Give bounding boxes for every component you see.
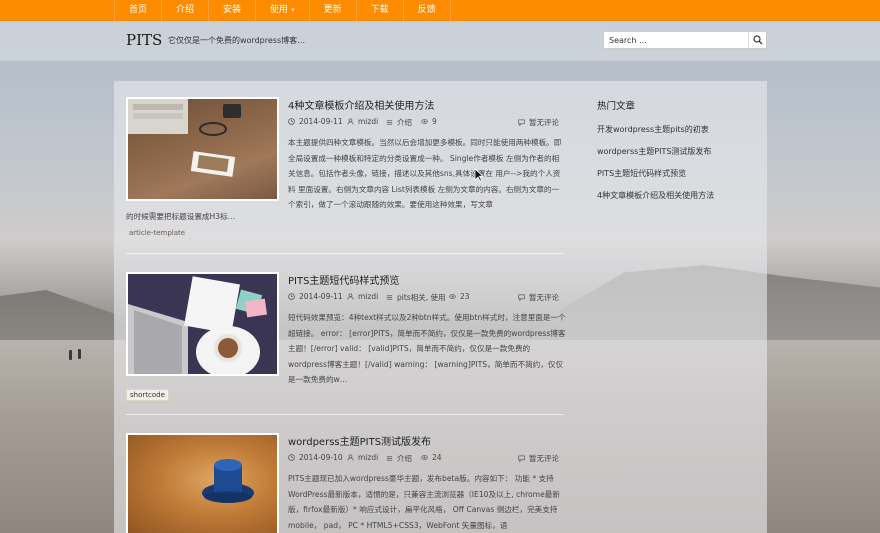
nav-menu: 首页 介绍 安装 使用 ▾ 更新 下载 反馈 bbox=[114, 0, 451, 21]
nav-item-home[interactable]: 首页 bbox=[114, 0, 161, 21]
nav-item-label: 安装 bbox=[223, 5, 242, 15]
nav-item-label: 反馈 bbox=[417, 5, 436, 15]
background-person bbox=[78, 349, 81, 359]
search-button[interactable] bbox=[748, 32, 766, 48]
clock-icon bbox=[288, 454, 295, 461]
post-date: 2014-09-11 bbox=[288, 117, 343, 126]
nav-item-install[interactable]: 安装 bbox=[208, 0, 255, 21]
comment-icon bbox=[518, 294, 525, 301]
post-excerpt-continued: 的时候需要把标题设置成H3标… bbox=[126, 212, 236, 221]
post-excerpt: 本主题提供四种文章模板。当然以后会增加更多模板。同时只能使用两种模板。即全局设置… bbox=[288, 138, 562, 209]
post-thumbnail[interactable] bbox=[126, 272, 279, 376]
post-title[interactable]: PITS主题短代码样式预览 bbox=[288, 272, 399, 287]
site-description: 它仅仅是一个免费的wordpress博客… bbox=[168, 36, 306, 45]
post-author[interactable]: mizdi bbox=[347, 292, 378, 301]
post-views: 9 bbox=[421, 117, 437, 126]
comment-icon bbox=[518, 119, 525, 126]
comment-icon bbox=[518, 455, 525, 462]
post-divider bbox=[126, 253, 564, 254]
nav-item-label: 下载 bbox=[370, 5, 389, 15]
user-icon bbox=[347, 454, 354, 461]
post-date: 2014-09-10 bbox=[288, 453, 343, 462]
thumbnail-hat-photo bbox=[202, 459, 254, 503]
eye-icon bbox=[421, 454, 428, 461]
post-meta: 2014-09-11 mizdi pits相关, 使用 23 暂无评论 bbox=[288, 292, 560, 304]
nav-item-intro[interactable]: 介绍 bbox=[161, 0, 208, 21]
list-icon bbox=[386, 120, 393, 125]
post-excerpt: PITS主题现已加入wordpress豪华主题，发布beta版。内容如下： 功能… bbox=[288, 474, 560, 530]
sidebar-popular-link[interactable]: 4种文章模板介绍及相关使用方法 bbox=[597, 190, 714, 201]
post-author[interactable]: mizdi bbox=[347, 453, 378, 462]
sidebar-popular-link[interactable]: wordperss主题PITS测试版发布 bbox=[597, 146, 711, 157]
list-icon bbox=[386, 295, 393, 300]
post-views: 24 bbox=[421, 453, 442, 462]
clock-icon bbox=[288, 118, 295, 125]
post-meta: 2014-09-10 mizdi 介绍 24 暂无评论 bbox=[288, 453, 560, 465]
user-icon bbox=[347, 118, 354, 125]
clock-icon bbox=[288, 293, 295, 300]
nav-item-label: 介绍 bbox=[176, 5, 195, 15]
post-author[interactable]: mizdi bbox=[347, 117, 378, 126]
post-excerpt: 短代码效果预览：4种text样式以及2种btn样式。使用btn样式时，注意里面是… bbox=[288, 313, 566, 384]
user-icon bbox=[347, 293, 354, 300]
post-title[interactable]: 4种文章模板介绍及相关使用方法 bbox=[288, 97, 434, 112]
mouse-cursor-icon bbox=[474, 168, 484, 182]
post-thumbnail[interactable] bbox=[126, 433, 279, 533]
site-title[interactable]: PITS bbox=[126, 31, 162, 49]
search-icon bbox=[752, 35, 762, 45]
sidebar-popular-link[interactable]: PITS主题短代码样式预览 bbox=[597, 168, 686, 179]
post-comments[interactable]: 暂无评论 bbox=[518, 453, 559, 464]
nav-item-download[interactable]: 下载 bbox=[355, 0, 403, 21]
eye-icon bbox=[449, 293, 456, 300]
nav-item-usage[interactable]: 使用 ▾ bbox=[255, 0, 309, 21]
post-divider bbox=[126, 414, 564, 415]
thumbnail-laptop-photo bbox=[128, 274, 277, 374]
background-person bbox=[69, 350, 72, 360]
nav-item-update[interactable]: 更新 bbox=[308, 0, 356, 21]
sidebar-title: 热门文章 bbox=[597, 101, 636, 112]
eye-icon bbox=[421, 118, 428, 125]
search-form bbox=[603, 31, 767, 49]
post-category[interactable]: 介绍 bbox=[386, 453, 412, 464]
post-article: 4种文章模板介绍及相关使用方法 2014-09-11 mizdi 介绍 9 暂无… bbox=[126, 97, 566, 247]
sidebar-popular-link[interactable]: 开发wordpress主题pits的初衷 bbox=[597, 124, 709, 135]
search-input[interactable] bbox=[604, 32, 749, 48]
post-tag[interactable]: article-template bbox=[126, 228, 188, 238]
nav-item-label: 使用 bbox=[270, 5, 289, 15]
post-date: 2014-09-11 bbox=[288, 292, 343, 301]
chevron-down-icon: ▾ bbox=[291, 6, 295, 14]
nav-item-label: 更新 bbox=[323, 5, 342, 15]
post-title[interactable]: wordperss主题PITS测试版发布 bbox=[288, 433, 431, 448]
post-comments[interactable]: 暂无评论 bbox=[518, 292, 559, 303]
thumbnail-desk-photo bbox=[128, 99, 241, 177]
post-tag[interactable]: shortcode bbox=[126, 389, 169, 401]
post-views: 23 bbox=[449, 292, 470, 301]
list-icon bbox=[386, 456, 393, 461]
nav-item-label: 首页 bbox=[129, 5, 148, 15]
post-category[interactable]: pits相关, 使用 bbox=[386, 292, 445, 303]
post-category[interactable]: 介绍 bbox=[386, 117, 412, 128]
top-navigation-bar: 首页 介绍 安装 使用 ▾ 更新 下载 反馈 bbox=[0, 0, 880, 21]
post-thumbnail[interactable] bbox=[126, 97, 279, 201]
post-meta: 2014-09-11 mizdi 介绍 9 暂无评论 bbox=[288, 117, 560, 129]
nav-item-feedback[interactable]: 反馈 bbox=[402, 0, 451, 21]
post-comments[interactable]: 暂无评论 bbox=[518, 117, 559, 128]
post-article: PITS主题短代码样式预览 2014-09-11 mizdi pits相关, 使… bbox=[126, 272, 566, 402]
post-article: wordperss主题PITS测试版发布 2014-09-10 mizdi 介绍… bbox=[126, 433, 566, 533]
